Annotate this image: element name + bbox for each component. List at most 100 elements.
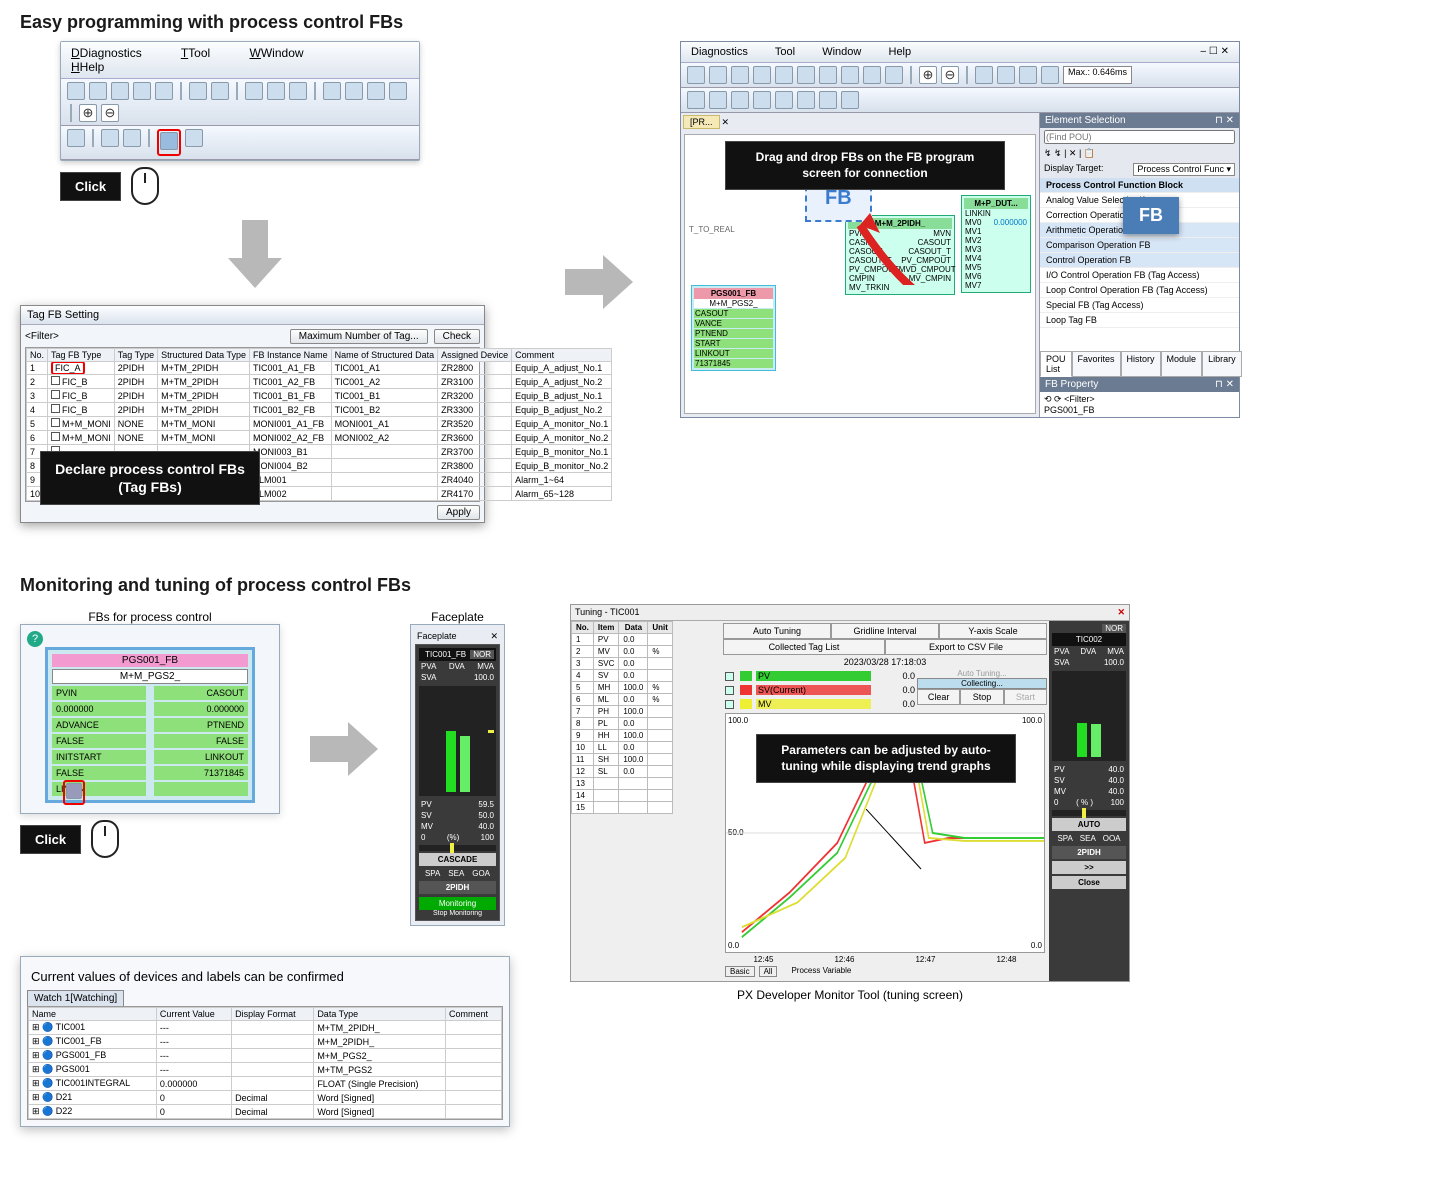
toolbar-icon[interactable] [211,82,229,100]
fp-stop-monitoring[interactable]: Stop Monitoring [419,910,496,917]
toolbar-icon[interactable] [189,82,207,100]
toolbar-icon[interactable] [89,82,107,100]
toolbar-icon[interactable] [1019,66,1037,84]
tree-item[interactable]: Control Operation FB [1040,253,1239,268]
menu-tool[interactable]: Tool [188,46,210,60]
toolbar-icon[interactable] [863,66,881,84]
toolbar-icon[interactable] [67,129,85,147]
fp-auto-button[interactable]: AUTO [1052,818,1126,831]
zoom-out-icon[interactable]: ⊖ [101,104,119,122]
auto-tuning-button[interactable]: Auto Tuning [723,623,831,639]
tab-pou-list[interactable]: POU List [1040,351,1072,377]
tab-library[interactable]: Library [1202,351,1242,377]
toolbar-icon[interactable] [731,66,749,84]
panel-pin-icon[interactable]: ⊓ ✕ [1215,379,1234,390]
editor-tab[interactable]: [PR... [683,115,720,129]
toolbar-icon[interactable] [775,91,793,109]
toolbar-icon[interactable] [345,82,363,100]
tagfb-button-highlight[interactable] [157,129,181,156]
tab-history[interactable]: History [1121,351,1161,377]
apply-button[interactable]: Apply [437,505,480,520]
toolbar-icon[interactable] [123,129,141,147]
zoom-out-icon[interactable]: ⊖ [941,66,959,84]
zoom-in-icon[interactable]: ⊕ [919,66,937,84]
tuning-faceplate[interactable]: NOR TIC002 PVADVAMVA SVA100.0 PV40.0 SV4… [1049,621,1129,981]
tree-item[interactable]: Special FB (Tag Access) [1040,298,1239,313]
menu-window[interactable]: Window [261,46,304,60]
toolbar-icon[interactable] [389,82,407,100]
toolbar-icon[interactable] [67,82,85,100]
toolbar-icon[interactable] [753,66,771,84]
fb-prop-filter[interactable]: <Filter> [1064,394,1095,404]
fp-close-button[interactable]: Close [1052,876,1126,889]
tree-item[interactable]: Loop Tag FB [1040,313,1239,328]
toolbar-icon[interactable] [687,66,705,84]
watch-tab[interactable]: Watch 1[Watching] [27,990,124,1006]
gridline-button[interactable]: Gridline Interval [831,623,939,639]
toolbar-icon[interactable] [185,129,203,147]
toolbar-icon[interactable] [775,66,793,84]
yaxis-button[interactable]: Y-axis Scale [939,623,1047,639]
toolbar-icon[interactable] [267,82,285,100]
toolbar-icon[interactable] [709,66,727,84]
tab-basic[interactable]: Basic [725,966,755,977]
trend-chart[interactable]: 100.0 50.0 0.0 100.0 0.0 Parameters can … [725,713,1045,953]
panel-pin-icon[interactable]: ⊓ ✕ [1215,115,1234,126]
toolbar-icon[interactable] [133,82,151,100]
toolbar-icon[interactable] [323,82,341,100]
toolbar-icon[interactable] [997,66,1015,84]
menu-tool[interactable]: Tool [775,46,795,58]
start-button[interactable]: Start [1004,689,1047,705]
fp-monitoring[interactable]: Monitoring [419,897,496,910]
toolbar-icon[interactable] [819,91,837,109]
close-icon[interactable]: ✕ [1117,607,1125,618]
tree-item[interactable]: I/O Control Operation FB (Tag Access) [1040,268,1239,283]
tree-root[interactable]: Process Control Function Block [1040,178,1239,193]
menu-diagnostics[interactable]: Diagnostics [80,46,142,60]
ide-menubar[interactable]: Diagnostics Tool Window Help – ☐ ✕ [681,42,1239,63]
tab-module[interactable]: Module [1161,351,1203,377]
toolbar-icon[interactable] [797,66,815,84]
toolbar-icon[interactable] [975,66,993,84]
fp-more-button[interactable]: >> [1052,861,1126,874]
menubar[interactable]: DDiagnostics TTool WWindow HHelp [61,42,419,79]
fb-canvas[interactable]: T_TO_REAL PGS001_FB M+M_PGS2_ CASOUTVANC… [684,134,1036,414]
tab-all[interactable]: All [759,966,778,977]
toolbar-icon[interactable] [885,66,903,84]
tree-item[interactable]: Loop Control Operation FB (Tag Access) [1040,283,1239,298]
tuning-param-table[interactable]: No.ItemDataUnit1PV0.02MV0.0%3SVC0.04SV0.… [571,621,673,814]
toolbar-icon[interactable] [367,82,385,100]
help-icon[interactable]: ? [27,631,43,647]
toolbar-icon[interactable] [753,91,771,109]
menu-help[interactable]: Help [80,60,105,74]
toolbar-icon[interactable] [841,91,859,109]
toolbar-icon[interactable] [101,129,119,147]
faceplate[interactable]: TIC001_FB NOR PVADVAMVA SVA100.0 PV59.5 … [415,644,500,921]
fp-mode-button[interactable]: CASCADE [419,853,496,866]
export-csv-button[interactable]: Export to CSV File [885,639,1047,655]
fb-chip[interactable]: FB [1123,197,1179,234]
menu-window[interactable]: Window [822,46,861,58]
toolbar-icon[interactable] [155,82,173,100]
toolbar-icon[interactable] [1041,66,1059,84]
tree-item[interactable]: Comparison Operation FB [1040,238,1239,253]
menu-diagnostics[interactable]: Diagnostics [691,46,748,58]
toolbar-icon[interactable] [111,82,129,100]
tab-favorites[interactable]: Favorites [1072,351,1121,377]
toolbar-icon[interactable] [245,82,263,100]
toolbar-icon[interactable] [731,91,749,109]
menu-help[interactable]: Help [889,46,912,58]
max-tag-button[interactable]: Maximum Number of Tag... [290,329,428,344]
toolbar-icon[interactable] [709,91,727,109]
clear-button[interactable]: Clear [917,689,960,705]
check-button[interactable]: Check [434,329,480,344]
toolbar-icon[interactable] [819,66,837,84]
faceplate-launch-highlight[interactable] [63,780,85,805]
toolbar-icon[interactable] [289,82,307,100]
toolbar-icon[interactable] [797,91,815,109]
display-target-select[interactable]: Process Control Func ▾ [1133,163,1235,176]
toolbar-icon[interactable] [687,91,705,109]
zoom-in-icon[interactable]: ⊕ [79,104,97,122]
stop-button[interactable]: Stop [960,689,1003,705]
collected-taglist-button[interactable]: Collected Tag List [723,639,885,655]
